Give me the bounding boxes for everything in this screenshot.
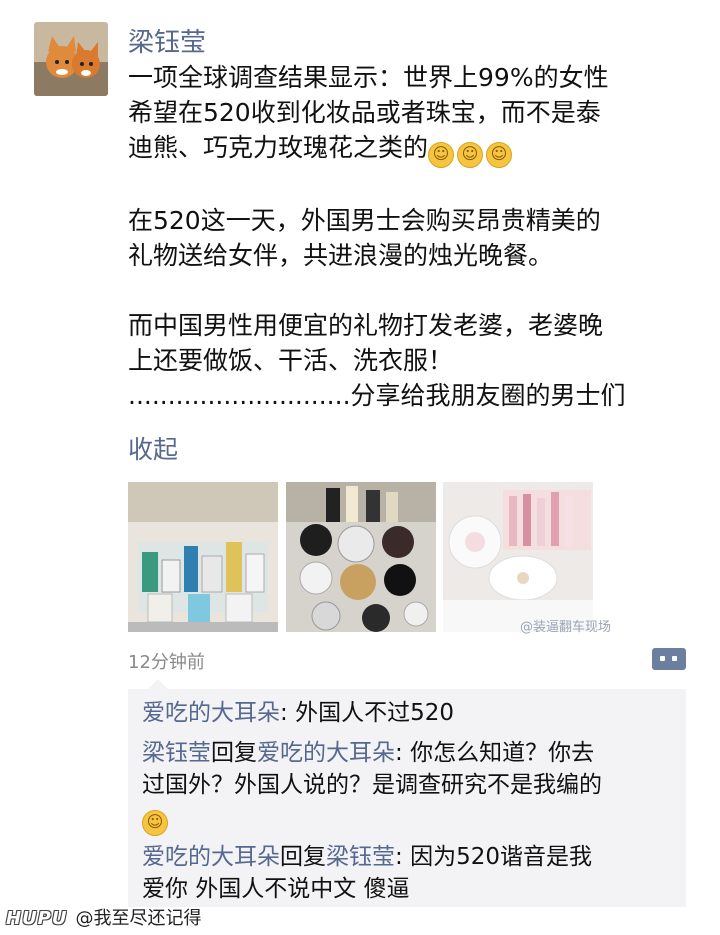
comment-item[interactable]: 爱吃的大耳朵回复梁钰莹: 因为520谐音是我 爱你 外国人不说中文 傻逼: [142, 841, 682, 905]
reply-word: 回复: [280, 844, 326, 870]
reply-to-user[interactable]: 爱吃的大耳朵: [257, 740, 395, 766]
collapse-link[interactable]: 收起: [128, 430, 178, 466]
makeup-compact-photo[interactable]: [443, 482, 593, 632]
hupu-logo: HUPU: [6, 908, 68, 929]
comment-separator: :: [395, 844, 411, 870]
smile-emoji-icon: ☺: [142, 810, 168, 836]
cat-avatar-icon: [34, 22, 108, 96]
footer-watermark: HUPU @我至尽还记得: [6, 904, 202, 930]
smile-emoji-icon: ☺: [428, 142, 455, 168]
post-line: 一项全球调查结果显示：世界上99%的女性: [128, 63, 609, 92]
post-line-text: 迪熊、巧克力玫瑰花之类的: [128, 133, 429, 162]
reply-word: 回复: [211, 740, 257, 766]
post-timestamp: 12分钟前: [128, 652, 205, 673]
comment-item[interactable]: 梁钰莹回复爱吃的大耳朵: 你怎么知道？你去 过国外？外国人说的？是调查研究不是我…: [142, 737, 682, 836]
author-avatar[interactable]: [34, 22, 108, 96]
post-line: ............................分享给我朋友圈的男士们: [128, 381, 626, 410]
reply-to-user[interactable]: 梁钰莹: [326, 844, 395, 870]
post-line: 礼物送给女伴，共进浪漫的烛光晚餐。: [128, 241, 554, 270]
post-line: 上还要做饭、干活、洗衣服！: [128, 346, 454, 375]
comment-item[interactable]: 爱吃的大耳朵: 外国人不过520: [142, 697, 682, 729]
post-text: 一项全球调查结果显示：世界上99%的女性 希望在520收到化妆品或者珠宝，而不是…: [128, 60, 698, 413]
post-line: 在520这一天，外国男士会购买昂贵精美的: [128, 206, 601, 235]
comment-text: 爱你 外国人不说中文 傻逼: [142, 876, 410, 902]
comment-text: 你怎么知道？你去: [410, 740, 595, 766]
comment-user[interactable]: 爱吃的大耳朵: [142, 700, 280, 726]
post-line: 希望在520收到化妆品或者珠宝，而不是泰: [128, 98, 601, 127]
footer-handle: @我至尽还记得: [75, 908, 202, 929]
comment-separator: :: [395, 740, 411, 766]
post-line: 迪熊、巧克力玫瑰花之类的 ☺ ☺ ☺: [128, 130, 698, 168]
comment-text: 因为520谐音是我: [410, 844, 592, 870]
comment-user[interactable]: 爱吃的大耳朵: [142, 844, 280, 870]
comment-separator: :: [280, 700, 296, 726]
author-name[interactable]: 梁钰莹: [128, 22, 206, 59]
perfume-photo[interactable]: [128, 482, 278, 632]
smile-emoji-icon: ☺: [457, 142, 484, 168]
comment-user[interactable]: 梁钰莹: [142, 740, 211, 766]
watermark: @装逼翻车现场: [520, 620, 612, 635]
post-line: 而中国男性用便宜的礼物打发老婆，老婆晚: [128, 311, 604, 340]
comment-text: 外国人不过520: [295, 700, 454, 726]
comment-dots-icon[interactable]: [652, 648, 686, 670]
smile-emoji-icon: ☺: [486, 142, 513, 168]
comments-box: 爱吃的大耳朵: 外国人不过520 梁钰莹回复爱吃的大耳朵: 你怎么知道？你去 过…: [128, 679, 686, 907]
cosmetics-shelf-photo[interactable]: [286, 482, 436, 632]
comment-text: 过国外？外国人说的？是调查研究不是我编的: [142, 772, 602, 798]
